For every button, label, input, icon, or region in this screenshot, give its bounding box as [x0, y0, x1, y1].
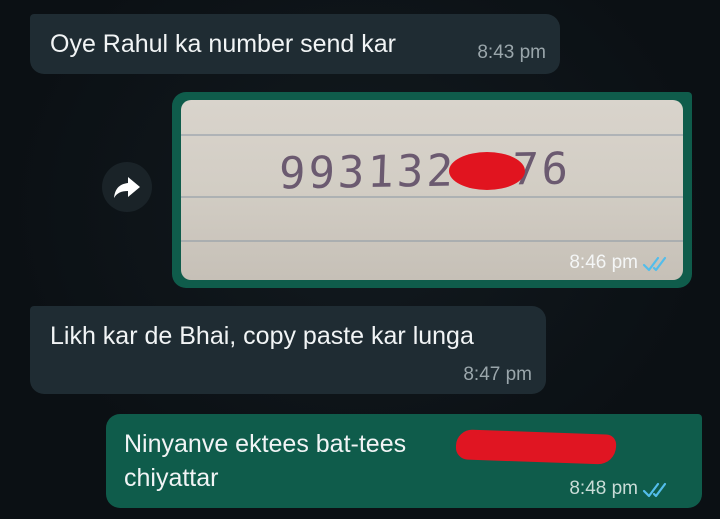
handwritten-number: 993132 76	[278, 143, 572, 199]
message-text-line2: chiyattar	[124, 464, 219, 492]
red-redaction-mark	[449, 152, 525, 190]
chat-area: Oye Rahul ka number send kar 8:43 pm 993…	[0, 0, 720, 519]
message-text: Oye Rahul ka number send kar	[50, 30, 397, 58]
double-check-icon	[642, 256, 667, 272]
message-incoming-1[interactable]: Oye Rahul ka number send kar 8:43 pm	[30, 14, 560, 74]
message-time: 8:47 pm	[463, 364, 532, 385]
message-incoming-2[interactable]: Likh kar de Bhai, copy paste kar lunga 8…	[30, 306, 546, 394]
message-text: Likh kar de Bhai, copy paste kar lunga	[50, 322, 474, 350]
message-time: 8:46 pm	[569, 252, 638, 273]
message-text-line1: Ninyanve ektees bat-tees	[124, 430, 407, 458]
handwritten-digits-start: 993132	[277, 145, 457, 200]
message-time: 8:48 pm	[569, 478, 638, 499]
notebook-line	[181, 240, 683, 242]
forward-arrow-icon	[114, 177, 140, 198]
red-redaction-mark	[455, 429, 617, 465]
double-check-icon	[642, 482, 667, 498]
message-outgoing-text[interactable]: Ninyanve ektees bat-tees chiyattar 8:48 …	[106, 414, 702, 508]
notebook-line	[181, 134, 683, 136]
forward-button[interactable]	[102, 162, 152, 212]
message-time: 8:43 pm	[477, 42, 546, 63]
message-outgoing-image[interactable]: 993132 76 8:46 pm	[172, 92, 692, 288]
